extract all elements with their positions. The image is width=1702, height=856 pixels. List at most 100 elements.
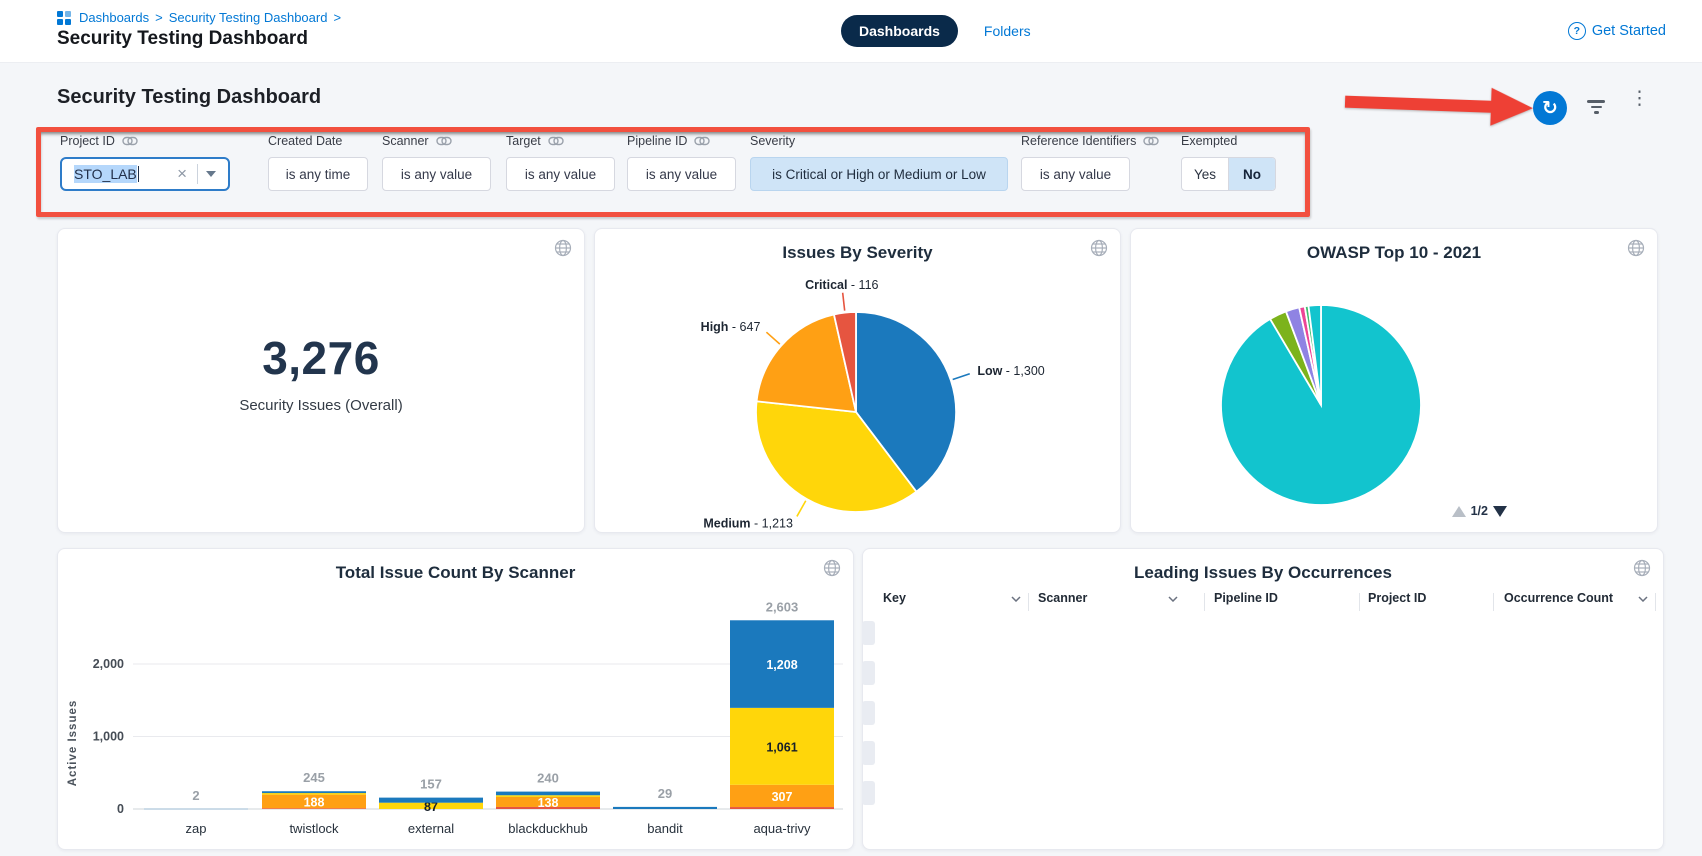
card-issues-by-severity: Issues By Severity Low - 1,300 Medium - 1… [594,228,1121,533]
project-id-value: STO_LAB [74,165,137,183]
table-title-leading-issues: Leading Issues By Occurrences [863,563,1663,583]
table-row-stub [862,621,875,645]
exempted-no-option[interactable]: No [1229,158,1275,190]
page-indicator: 1/2 [1471,504,1488,518]
stat-total-issues: 3,276 [58,331,584,385]
exempted-yes-option[interactable]: Yes [1182,158,1229,190]
dashboard-content: Security Testing Dashboard ↻ ⋮ Project I… [0,62,1702,856]
chart-title-issues-by-severity: Issues By Severity [595,243,1120,263]
app-header: Dashboards > Security Testing Dashboard … [0,0,1702,63]
svg-text:240: 240 [537,771,559,786]
chart-title-owasp: OWASP Top 10 - 2021 [1131,243,1657,263]
dashboards-grid-icon [57,11,71,25]
chevron-down-icon [1011,596,1021,602]
svg-text:2,000: 2,000 [93,657,124,671]
pipeline-id-chip[interactable]: is any value [627,157,736,191]
svg-text:twistlock: twistlock [289,821,339,836]
filter-reference-identifiers: Reference Identifiers is any value [1021,133,1159,191]
filter-project-id-label: Project ID [60,133,230,149]
target-chip[interactable]: is any value [506,157,615,191]
filter-project-id: Project ID STO_LAB × [60,133,230,191]
svg-text:29: 29 [658,786,672,801]
tab-dashboards[interactable]: Dashboards [841,15,958,47]
annotation-arrow [1344,81,1537,130]
card-security-issues-overall: 3,276 Security Issues (Overall) [57,228,585,533]
card-leading-issues: Leading Issues By Occurrences Key Scanne… [862,548,1664,850]
svg-text:High - 647: High - 647 [701,320,761,334]
svg-text:307: 307 [772,790,793,804]
card-owasp-top10: OWASP Top 10 - 2021 1/2 [1130,228,1658,533]
svg-text:2,603: 2,603 [766,599,799,614]
reference-identifiers-chip[interactable]: is any value [1021,157,1130,191]
svg-text:1,000: 1,000 [93,730,124,744]
link-icon [1143,136,1159,146]
column-occurrence-count[interactable]: Occurrence Count [1504,591,1648,605]
svg-text:aqua-trivy: aqua-trivy [753,821,811,836]
column-project-id[interactable]: Project ID [1368,591,1426,605]
column-key[interactable]: Key [883,591,1021,605]
svg-text:Medium - 1,213: Medium - 1,213 [703,516,793,530]
issues-by-severity-pie[interactable]: Low - 1,300 Medium - 1,213 High - 647 Criti… [595,267,1120,532]
leading-issues-header-row: Key Scanner Pipeline ID Project ID [863,591,1663,617]
filter-scanner-label: Scanner [382,133,491,149]
refresh-button[interactable]: ↻ [1533,91,1567,125]
table-row-stub [862,781,875,805]
filter-icon[interactable] [1586,100,1606,116]
project-id-input[interactable]: STO_LAB × [60,157,230,191]
svg-text:157: 157 [420,777,442,792]
breadcrumb-current[interactable]: Security Testing Dashboard [169,10,328,25]
chevron-down-icon[interactable] [206,171,216,177]
card-total-issue-count-by-scanner: Total Issue Count By Scanner 01,0002,000… [57,548,854,850]
svg-text:1,208: 1,208 [766,658,797,672]
chevron-down-icon [1638,596,1648,602]
link-icon [694,136,710,146]
filter-created-date-label: Created Date [268,133,368,149]
scanner-chip[interactable]: is any value [382,157,491,191]
kebab-menu-icon[interactable]: ⋮ [1630,94,1649,103]
get-started-label: Get Started [1592,23,1666,39]
breadcrumb-separator: > [155,10,163,25]
svg-text:Low - 1,300: Low - 1,300 [977,364,1044,378]
svg-text:external: external [408,821,454,836]
link-icon [122,136,138,146]
table-row-stub [862,661,875,685]
severity-chip[interactable]: is Critical or High or Medium or Low [750,157,1008,191]
filter-scanner: Scanner is any value [382,133,491,191]
owasp-pagination: 1/2 [1452,504,1507,518]
svg-text:245: 245 [303,770,325,785]
filter-pipeline-id: Pipeline ID is any value [627,133,736,191]
filter-bar: Project ID STO_LAB × Created Date is any [0,133,1702,205]
filter-exempted: Exempted Yes No [1181,133,1276,191]
owasp-pie[interactable] [1131,265,1657,515]
header-tabs: Dashboards Folders [841,15,1031,47]
link-icon [548,136,564,146]
breadcrumb-separator: > [333,10,341,25]
column-scanner[interactable]: Scanner [1038,591,1178,605]
stat-total-issues-label: Security Issues (Overall) [58,397,584,414]
table-row-stub [862,741,875,765]
page-down-icon[interactable] [1493,506,1507,517]
clear-icon[interactable]: × [171,164,193,184]
tab-folders[interactable]: Folders [984,23,1031,39]
chart-title-scanner-bars: Total Issue Count By Scanner [58,563,853,583]
column-pipeline-id[interactable]: Pipeline ID [1214,591,1278,605]
svg-text:Active Issues: Active Issues [67,700,79,787]
svg-text:Critical - 116: Critical - 116 [805,278,878,292]
breadcrumb-dashboards[interactable]: Dashboards [79,10,149,25]
scanner-bar-chart[interactable]: 01,0002,000Active Issues2zap188245twistl… [58,593,853,847]
filter-target-label: Target [506,133,615,149]
svg-text:2: 2 [192,788,199,803]
security-testing-dashboard-page: Dashboards > Security Testing Dashboard … [0,0,1702,856]
svg-text:188: 188 [304,795,325,809]
get-started-link[interactable]: ? Get Started [1568,22,1666,40]
dashboard-title: Security Testing Dashboard [57,86,321,109]
help-question-icon: ? [1568,22,1586,40]
svg-text:1,061: 1,061 [766,740,797,754]
exempted-toggle: Yes No [1181,157,1276,191]
created-date-chip[interactable]: is any time [268,157,368,191]
filter-created-date: Created Date is any time [268,133,368,191]
svg-text:zap: zap [186,821,207,836]
page-up-icon[interactable] [1452,506,1466,517]
chevron-down-icon [1168,596,1178,602]
filter-severity: Severity is Critical or High or Medium o… [750,133,1008,191]
